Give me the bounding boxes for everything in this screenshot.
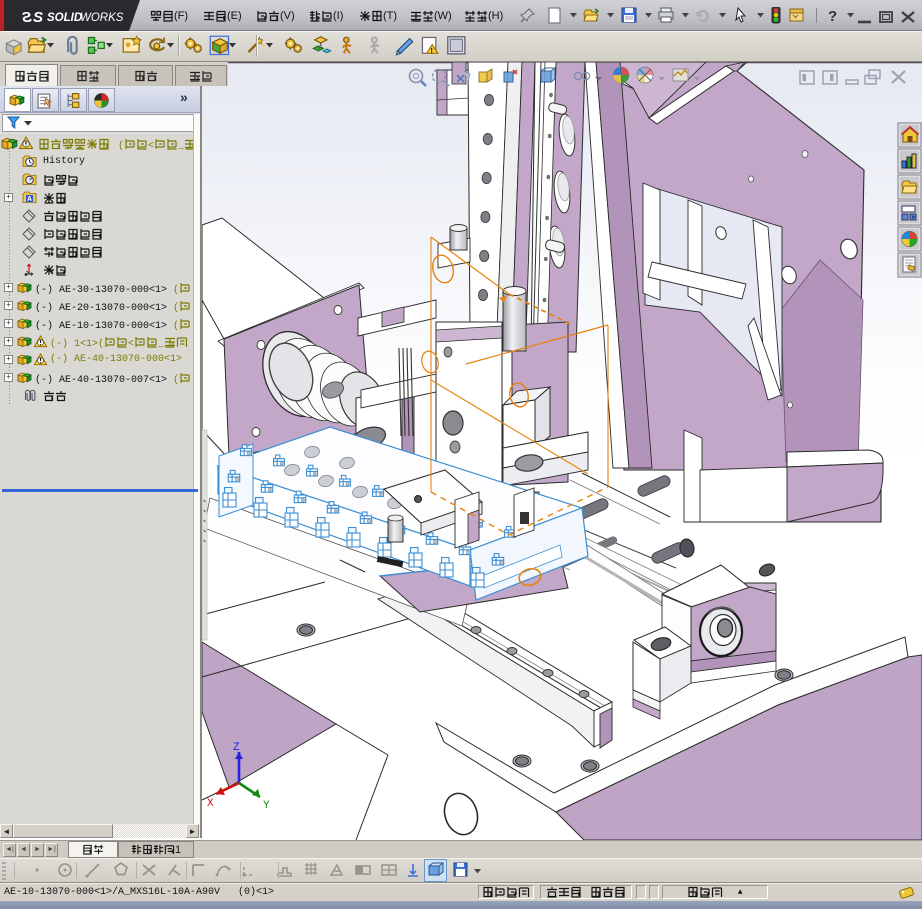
- svg-text:S: S: [22, 9, 32, 26]
- svg-text:SOLID: SOLID: [47, 12, 82, 24]
- svg-text:Z: Z: [233, 742, 240, 754]
- svg-text:!: !: [430, 46, 432, 55]
- svg-text:?: ?: [828, 8, 837, 24]
- svg-text:A: A: [27, 196, 32, 204]
- svg-text:S: S: [33, 9, 43, 26]
- svg-text:WORKS: WORKS: [80, 12, 124, 24]
- svg-text:X: X: [207, 798, 214, 810]
- svg-text:Y: Y: [263, 800, 270, 812]
